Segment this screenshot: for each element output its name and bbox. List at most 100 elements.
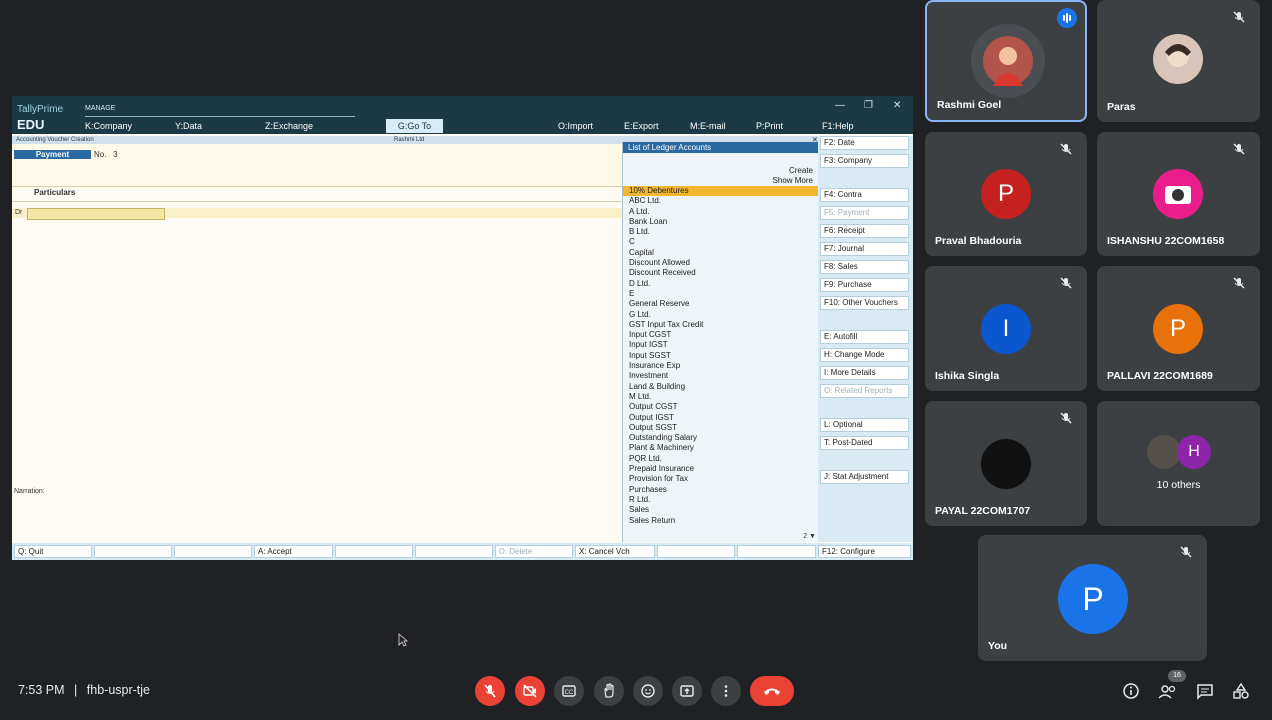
menu-help[interactable]: F1:Help (822, 121, 854, 131)
action-button[interactable]: L: Optional (820, 418, 909, 432)
activities-icon[interactable] (1232, 682, 1250, 700)
page-indicator[interactable]: 2 ▼ (803, 533, 816, 540)
action-button[interactable]: E: Autofill (820, 330, 909, 344)
ledger-item[interactable]: 10% Debentures (623, 186, 819, 197)
present-button[interactable] (672, 676, 702, 706)
restore-icon[interactable]: ❐ (864, 100, 873, 111)
bottom-action-button[interactable] (174, 545, 252, 558)
ledger-item[interactable]: Investment (623, 371, 819, 381)
minimize-icon[interactable]: — (835, 100, 845, 111)
ledger-item[interactable]: Output CGST (623, 402, 819, 412)
menu-data[interactable]: Y:Data (175, 121, 202, 131)
ledger-item[interactable]: Output IGST (623, 413, 819, 423)
ledger-item[interactable]: B Ltd. (623, 227, 819, 237)
ledger-item[interactable]: D Ltd. (623, 279, 819, 289)
people-button[interactable]: 16 (1158, 670, 1186, 700)
ledger-item[interactable]: Purchases (623, 485, 819, 495)
menu-import[interactable]: O:Import (558, 121, 593, 131)
mic-off-icon (484, 684, 496, 698)
bottom-action-button[interactable]: Q: Quit (14, 545, 92, 558)
action-button[interactable]: F3: Company (820, 154, 909, 168)
ledger-item[interactable]: E (623, 289, 819, 299)
ledger-item[interactable]: Land & Building (623, 382, 819, 392)
action-button[interactable]: F6: Receipt (820, 224, 909, 238)
bottom-action-button[interactable]: A: Accept (254, 545, 333, 558)
camera-toggle-button[interactable] (515, 676, 545, 706)
ledger-item[interactable]: Provision for Tax (623, 474, 819, 484)
action-button[interactable]: F4: Contra (820, 188, 909, 202)
bottom-action-button[interactable] (335, 545, 413, 558)
ledger-item[interactable]: A Ltd. (623, 207, 819, 217)
action-button[interactable]: F2: Date (820, 136, 909, 150)
show-more-link[interactable]: Show More (773, 176, 813, 185)
ledger-item[interactable]: GST Input Tax Credit (623, 320, 819, 330)
ledger-item[interactable]: C (623, 237, 819, 247)
ledger-item[interactable]: Bank Loan (623, 217, 819, 227)
ledger-item[interactable]: Input SGST (623, 351, 819, 361)
ledger-item[interactable]: Input CGST (623, 330, 819, 340)
bottom-action-button[interactable]: D: Delete (495, 545, 573, 558)
mic-off-icon (1180, 546, 1192, 558)
bottom-action-button[interactable] (737, 545, 816, 558)
ledger-item[interactable]: Input IGST (623, 340, 819, 350)
more-options-button[interactable] (711, 676, 741, 706)
ledger-item[interactable]: ABC Ltd. (623, 196, 819, 206)
menu-print[interactable]: P:Print (756, 121, 783, 131)
menu-email[interactable]: M:E-mail (690, 121, 726, 131)
action-button[interactable]: F10: Other Vouchers (820, 296, 909, 310)
participant-tile[interactable]: Paras (1097, 0, 1260, 122)
action-button[interactable]: J: Stat Adjustment (820, 470, 909, 484)
reactions-button[interactable] (633, 676, 663, 706)
action-button[interactable]: I: More Details (820, 366, 909, 380)
ledger-item[interactable]: Outstanding Salary (623, 433, 819, 443)
ledger-item[interactable]: Output SGST (623, 423, 819, 433)
action-button[interactable]: F7: Journal (820, 242, 909, 256)
action-button[interactable]: F8: Sales (820, 260, 909, 274)
menu-company[interactable]: K:Company (85, 121, 132, 131)
action-button[interactable]: O: Related Reports (820, 384, 909, 398)
bottom-action-button[interactable] (415, 545, 493, 558)
action-button[interactable]: H: Change Mode (820, 348, 909, 362)
ledger-item[interactable]: Sales Return (623, 516, 819, 526)
ledger-item[interactable]: G Ltd. (623, 310, 819, 320)
info-icon[interactable] (1122, 682, 1140, 700)
ledger-item[interactable]: Capital (623, 248, 819, 258)
participant-tile[interactable]: I Ishika Singla (925, 266, 1087, 391)
ledger-item[interactable]: Insurance Exp (623, 361, 819, 371)
participant-tile[interactable]: PAYAL 22COM1707 (925, 401, 1087, 526)
bottom-action-button[interactable] (657, 545, 735, 558)
ledger-item[interactable]: R Ltd. (623, 495, 819, 505)
ledger-item[interactable]: General Reserve (623, 299, 819, 309)
ledger-item[interactable]: Sales (623, 505, 819, 515)
raise-hand-button[interactable] (594, 676, 624, 706)
ledger-input[interactable] (27, 208, 165, 220)
ledger-item[interactable]: Prepaid Insurance (623, 464, 819, 474)
bottom-action-button[interactable] (94, 545, 172, 558)
participant-tile[interactable]: P Praval Bhadouria (925, 132, 1087, 256)
chat-icon[interactable] (1196, 682, 1214, 700)
action-button[interactable]: F5: Payment (820, 206, 909, 220)
self-tile[interactable]: P You (978, 535, 1207, 661)
participant-tile[interactable]: P PALLAVI 22COM1689 (1097, 266, 1260, 391)
bottom-action-button[interactable]: X: Cancel Vch (575, 545, 655, 558)
bottom-action-button[interactable]: F12: Configure (818, 545, 911, 558)
action-button[interactable]: F9: Purchase (820, 278, 909, 292)
menu-goto[interactable]: G:Go To (386, 119, 443, 133)
action-button[interactable]: T: Post-Dated (820, 436, 909, 450)
dr-label: Dr (15, 209, 23, 216)
close-icon[interactable]: ✕ (893, 100, 901, 111)
others-tile[interactable]: H 10 others (1097, 401, 1260, 526)
ledger-item[interactable]: M Ltd. (623, 392, 819, 402)
leave-call-button[interactable] (750, 676, 794, 706)
participant-tile[interactable]: Rashmi Goel (925, 0, 1087, 122)
mic-toggle-button[interactable] (475, 676, 505, 706)
ledger-item[interactable]: Plant & Machinery (623, 443, 819, 453)
participant-tile[interactable]: ISHANSHU 22COM1658 (1097, 132, 1260, 256)
create-link[interactable]: Create (789, 166, 813, 175)
menu-exchange[interactable]: Z:Exchange (265, 121, 313, 131)
menu-export[interactable]: E:Export (624, 121, 659, 131)
ledger-item[interactable]: PQR Ltd. (623, 454, 819, 464)
ledger-item[interactable]: Discount Received (623, 268, 819, 278)
captions-button[interactable]: CC (554, 676, 584, 706)
ledger-item[interactable]: Discount Allowed (623, 258, 819, 268)
